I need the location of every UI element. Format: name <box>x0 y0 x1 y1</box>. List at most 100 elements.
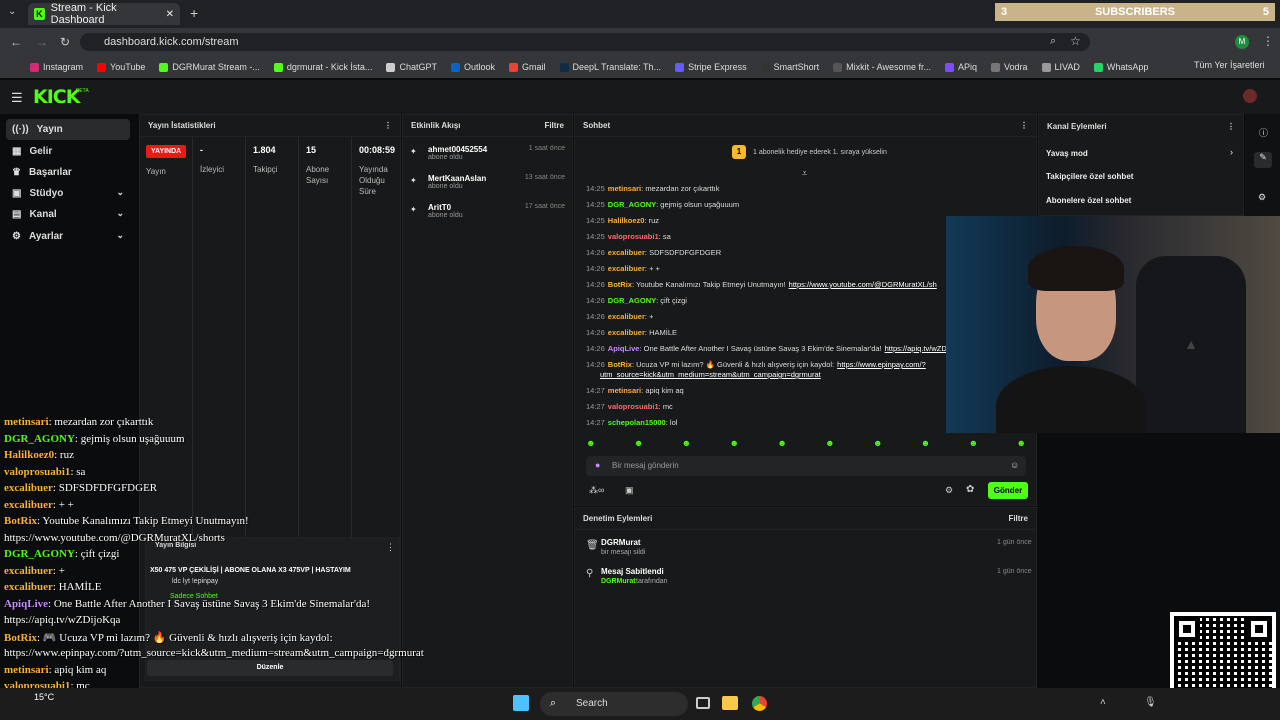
all-bookmarks-link[interactable]: Tüm Yer İşaretleri <box>1194 60 1265 70</box>
chat-username[interactable]: valoprosuabi1 <box>608 402 659 411</box>
chat-username[interactable]: excalibuer <box>608 248 645 257</box>
chevron-right-icon[interactable]: › <box>1230 147 1233 157</box>
more-icon[interactable]: ⋮ <box>1227 122 1235 131</box>
chat-username[interactable]: BotRix <box>608 280 632 289</box>
sidebar-item-basarilar[interactable]: ♛ Başarılar <box>6 162 130 183</box>
followers-only-item[interactable]: Takipçilere özel sohbet <box>1046 172 1133 181</box>
chat-link[interactable]: https://www.epinpay.com/? <box>837 360 926 369</box>
sidebar-item-studyo[interactable]: ▣ Stüdyo ⌄ <box>6 183 130 204</box>
chat-settings-icon[interactable]: ⚙ <box>945 485 953 496</box>
forward-icon[interactable]: → <box>36 35 48 49</box>
chat-username[interactable]: DGR_AGONY <box>608 296 656 305</box>
edit-button[interactable]: Düzenle <box>147 660 393 676</box>
bookmark-item[interactable]: DeepL Translate: Th... <box>559 62 661 72</box>
chat-link[interactable]: https://apiq.tv/wZD <box>885 344 946 353</box>
user-avatar[interactable] <box>1243 89 1257 103</box>
more-icon[interactable]: ⋮ <box>386 542 395 553</box>
chat-tools-icon[interactable]: ⁂∞ <box>589 485 604 496</box>
pin-toggle-icon[interactable]: ⩡ <box>802 168 807 179</box>
chat-link[interactable]: https://www.youtube.com/@DGRMuratXL/sh <box>789 280 937 289</box>
slow-mode-item[interactable]: Yavaş mod <box>1046 149 1088 158</box>
tray-chevron-up-icon[interactable]: ˄ <box>1100 697 1106 708</box>
browser-tab-bar: ⌄ K Stream - Kick Dashboard ✕ + 3 SUBSCR… <box>0 0 1280 28</box>
mic-icon[interactable]: ● <box>595 460 600 470</box>
chat-username[interactable]: metinsari <box>608 386 641 395</box>
bookmark-item[interactable]: Instagram <box>30 62 83 72</box>
chat-username[interactable]: schepolan15000 <box>608 418 666 427</box>
chat-username[interactable]: excalibuer <box>608 264 645 273</box>
subs-only-item[interactable]: Abonelere özel sohbet <box>1046 196 1131 205</box>
taskbar-search[interactable]: Search <box>540 692 688 716</box>
sidebar-item-kanal[interactable]: ▤ Kanal ⌄ <box>6 204 130 225</box>
emoji-icon[interactable]: ☺ <box>1010 460 1019 470</box>
send-button[interactable]: Gönder <box>988 482 1028 499</box>
chrome-icon[interactable] <box>752 696 767 711</box>
bookmark-item[interactable]: Mixkit - Awesome fr... <box>833 62 931 72</box>
sidebar-item-gelir[interactable]: ▦ Gelir <box>6 141 130 162</box>
gear-icon[interactable]: ⚙ <box>1258 192 1266 203</box>
emote-icon[interactable]: ☻ <box>873 438 882 452</box>
edit-icon[interactable]: ✎ <box>1254 152 1272 168</box>
reload-icon[interactable]: ↻ <box>60 35 70 49</box>
chat-input[interactable]: Bir mesaj gönderin <box>586 456 1026 476</box>
emote-icon[interactable]: ☻ <box>969 438 978 452</box>
chat-username[interactable]: Halilkoez0 <box>608 216 645 225</box>
activity-filter[interactable]: Filtre <box>544 121 564 130</box>
bookmark-item[interactable]: YouTube <box>97 62 145 72</box>
kick-logo[interactable]: KICK <box>33 86 80 108</box>
activity-title: Etkinlik Akışı <box>411 121 461 130</box>
star-icon: ✦ <box>410 147 417 156</box>
chat-username[interactable]: excalibuer <box>608 328 645 337</box>
bookmark-item[interactable]: Outlook <box>450 62 495 72</box>
bookmark-item[interactable]: LIVAD <box>1041 62 1080 72</box>
weather-temp[interactable]: 15°C <box>34 692 54 702</box>
zoom-icon[interactable]: ⌕ <box>1050 35 1056 48</box>
bookmark-item[interactable]: dgrmurat - Kick İsta... <box>273 62 372 72</box>
tab-close-icon[interactable]: ✕ <box>166 9 174 20</box>
emote-icon[interactable]: ☻ <box>921 438 930 452</box>
kick-coin-icon[interactable]: ✿ <box>966 484 974 495</box>
sidebar-item-ayarlar[interactable]: ⚙ Ayarlar ⌄ <box>6 226 130 247</box>
emote-icon[interactable]: ☻ <box>586 438 595 452</box>
more-icon[interactable]: ⋮ <box>384 121 392 130</box>
emote-icon[interactable]: ☻ <box>729 438 738 452</box>
emote-icon[interactable]: ☻ <box>682 438 691 452</box>
sidebar-item-yayin[interactable]: ((·)) Yayın <box>6 119 130 140</box>
emote-icon[interactable]: ☻ <box>634 438 643 452</box>
back-icon[interactable]: ← <box>10 35 22 49</box>
moderation-filter[interactable]: Filtre <box>1008 514 1028 523</box>
bookmark-item[interactable]: APiq <box>944 62 977 72</box>
new-tab-icon[interactable]: + <box>190 5 198 21</box>
url-input[interactable]: dashboard.kick.com/stream <box>80 33 1090 51</box>
bookmark-item[interactable]: Gmail <box>509 62 546 72</box>
windows-start-icon[interactable] <box>513 695 529 711</box>
emote-icon[interactable]: ☻ <box>1016 438 1025 452</box>
bookmark-star-icon[interactable]: ☆ <box>1070 34 1081 48</box>
mic-tray-icon[interactable]: 🎙 <box>1144 697 1157 708</box>
chat-username[interactable]: excalibuer <box>608 312 645 321</box>
browser-tab[interactable]: K Stream - Kick Dashboard ✕ <box>28 2 180 26</box>
chat-link[interactable]: utm_source=kick&utm_medium=stream&utm_ca… <box>600 370 821 379</box>
menu-dots-icon[interactable]: ⋮ <box>1262 34 1274 48</box>
more-icon[interactable]: ⋮ <box>1020 121 1028 130</box>
chat-username[interactable]: valoprosuabi1 <box>608 232 659 241</box>
bookmark-item[interactable]: SmartShort <box>760 62 819 72</box>
file-explorer-icon[interactable] <box>722 696 738 710</box>
bookmark-item[interactable]: Stripe Express <box>675 62 747 72</box>
bookmark-item[interactable]: Vodra <box>991 62 1028 72</box>
profile-avatar[interactable]: M <box>1235 35 1249 49</box>
emote-icon[interactable]: ☻ <box>777 438 786 452</box>
emote-icon[interactable]: ☻ <box>825 438 834 452</box>
gift-icon[interactable]: ▣ <box>625 485 634 496</box>
chat-username[interactable]: BotRix <box>608 360 632 369</box>
bookmark-item[interactable]: ChatGPT <box>386 62 437 72</box>
info-icon[interactable]: ⓘ <box>1259 126 1268 139</box>
task-view-icon[interactable] <box>696 697 710 709</box>
chat-username[interactable]: ApiqLive <box>608 344 640 353</box>
bookmark-item[interactable]: DGRMurat Stream -... <box>159 62 260 72</box>
chat-username[interactable]: metinsari <box>608 184 641 193</box>
chat-username[interactable]: DGR_AGONY <box>608 200 656 209</box>
hamburger-menu-icon[interactable]: ☰ <box>11 90 23 106</box>
tab-search-icon[interactable]: ⌄ <box>8 6 16 17</box>
bookmark-item[interactable]: WhatsApp <box>1093 62 1148 72</box>
